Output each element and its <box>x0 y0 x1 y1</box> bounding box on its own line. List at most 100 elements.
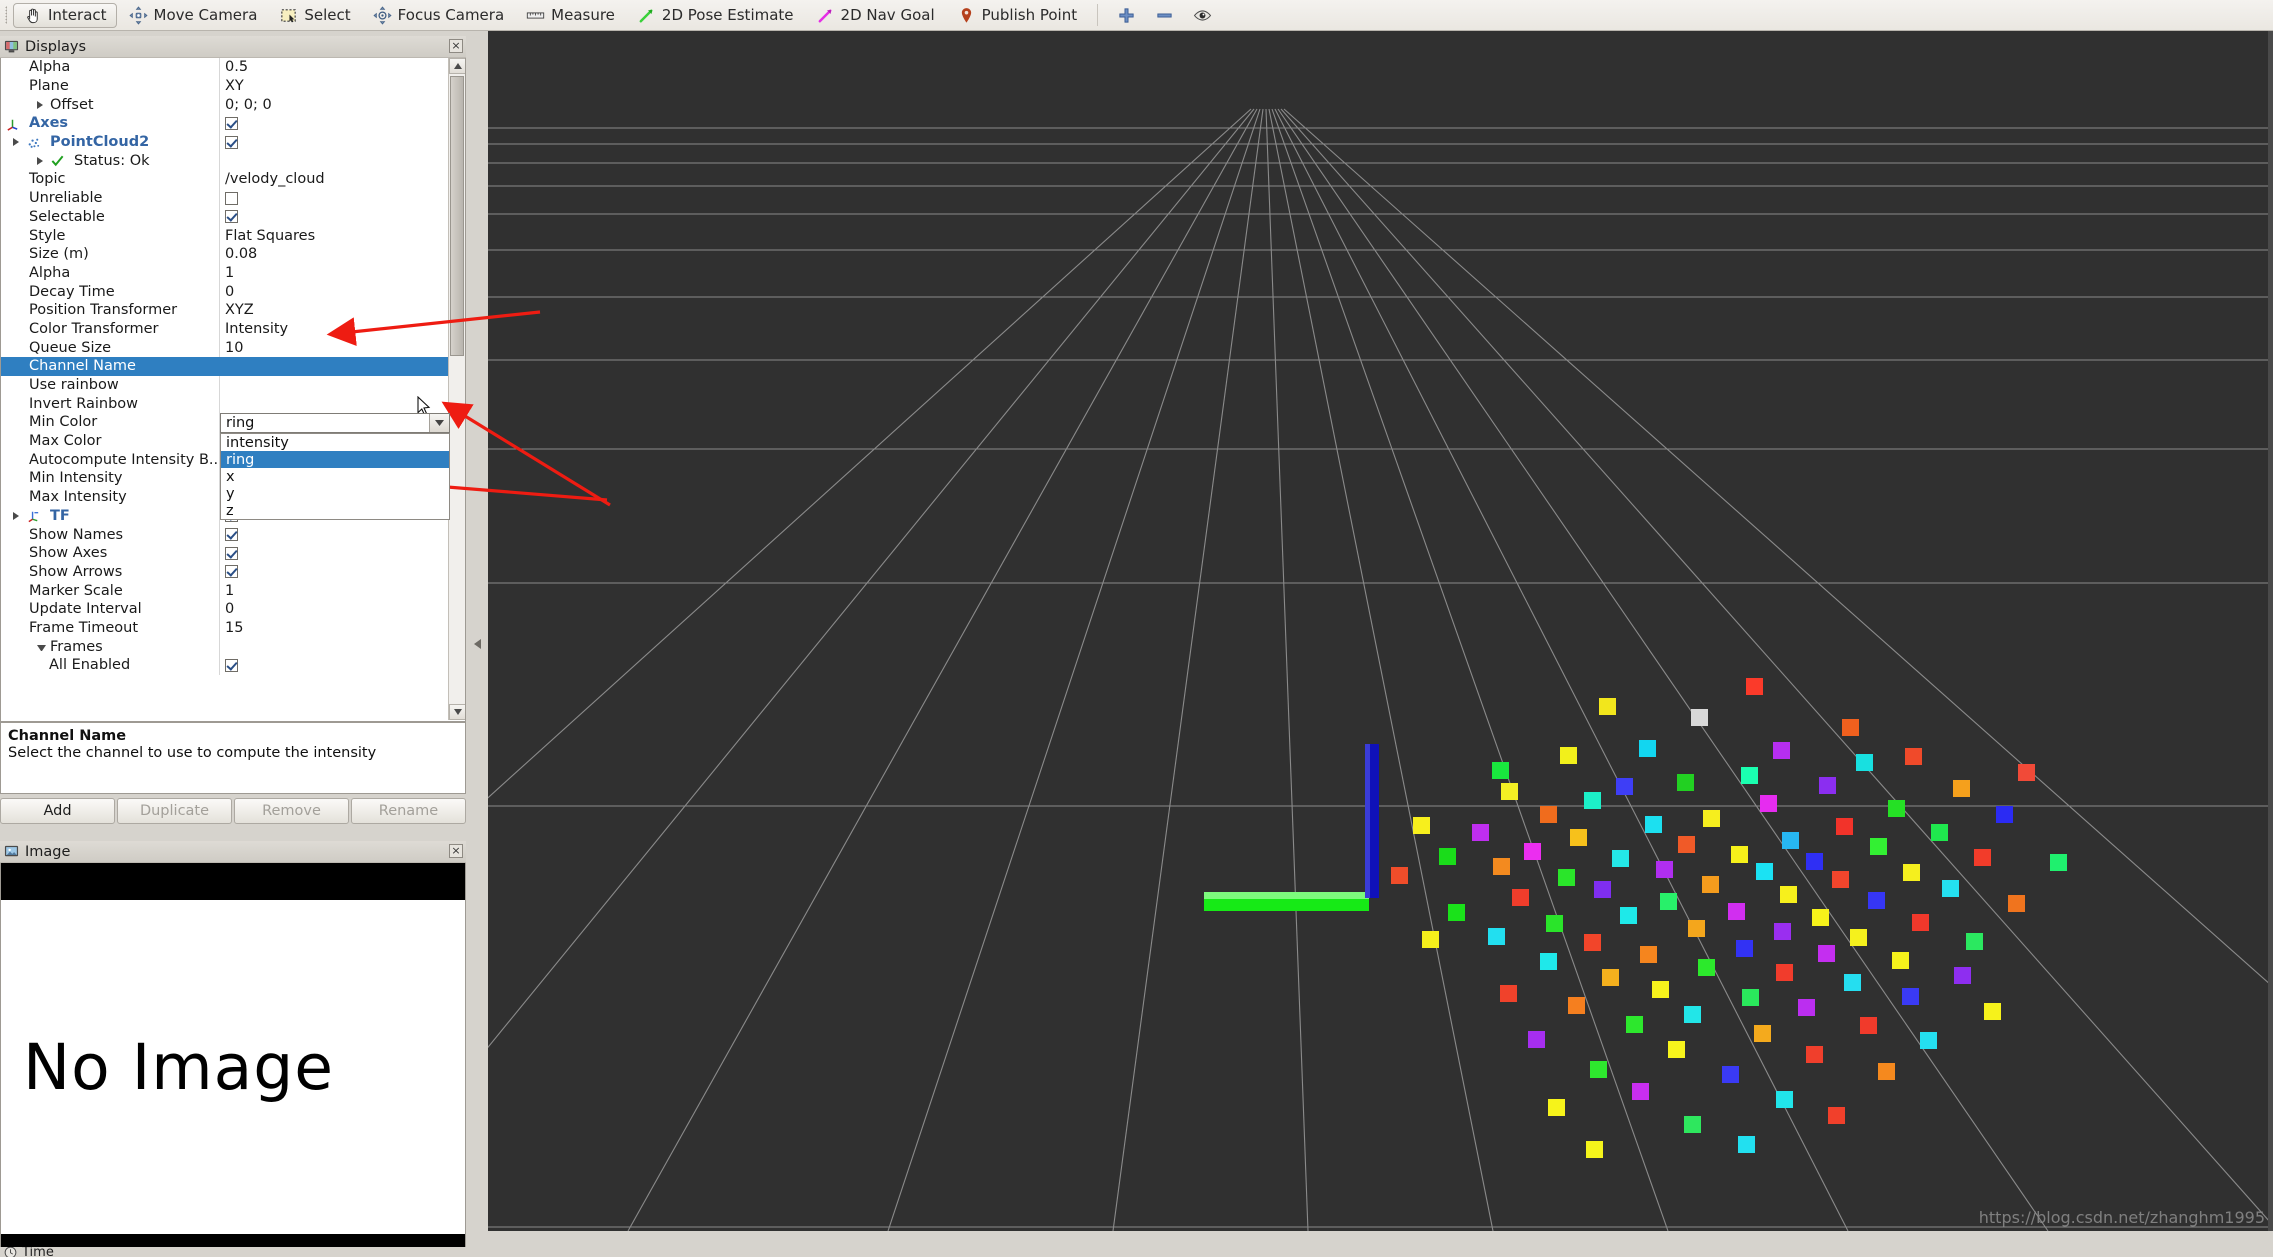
toolbar-drag-handle[interactable] <box>2 3 12 27</box>
chevron-down-icon[interactable] <box>429 414 449 432</box>
add-button[interactable]: Add <box>0 798 115 824</box>
property-row[interactable]: Position Transformer XYZ <box>1 300 450 320</box>
checkbox-unchecked[interactable] <box>225 191 238 205</box>
property-row[interactable]: PointCloud2 <box>1 132 450 152</box>
dropdown-option[interactable]: y <box>221 485 449 502</box>
toolbar-item-publish-point[interactable]: Publish Point <box>947 3 1087 28</box>
property-name: TF <box>50 507 70 524</box>
help-title: Channel Name <box>8 728 127 744</box>
dock-splitter-handle[interactable] <box>466 31 488 1257</box>
left-dock: Displays × Alpha 0.5 Plane XY Offset 0; 0; 0A… <box>0 31 466 1257</box>
property-row[interactable]: Frames <box>1 637 450 656</box>
property-row[interactable]: Color Transformer Intensity <box>1 319 450 339</box>
property-row[interactable]: Style Flat Squares <box>1 226 450 245</box>
property-name: Marker Scale <box>29 582 123 599</box>
scroll-down-icon[interactable] <box>449 704 465 720</box>
property-row[interactable]: All Enabled <box>1 656 450 675</box>
hand-icon <box>27 8 38 23</box>
property-name: Alpha <box>29 264 71 281</box>
toolbar-item-move-camera[interactable]: Move Camera <box>119 3 268 28</box>
property-row[interactable]: Frame Timeout 15 <box>1 618 450 638</box>
blue-bar-marker <box>1365 744 1379 898</box>
property-row[interactable]: Status: Ok <box>1 151 450 171</box>
property-row[interactable]: Show Axes <box>1 543 450 563</box>
view-scrollbar[interactable] <box>2268 31 2273 1231</box>
channel-name-combobox[interactable]: ring <box>220 413 450 433</box>
property-value: 0; 0; 0 <box>225 96 272 113</box>
expander-arrow-icon[interactable] <box>13 138 22 147</box>
property-value: 1 <box>225 264 235 281</box>
remove-display-button[interactable] <box>1149 3 1179 28</box>
channel-name-dropdown-list[interactable]: intensity ring x y z <box>220 433 450 520</box>
property-name: Size (m) <box>29 246 89 263</box>
property-row[interactable]: Selectable <box>1 207 450 227</box>
checkbox-checked[interactable] <box>225 210 238 224</box>
property-name: Decay Time <box>29 283 115 300</box>
checkbox-checked[interactable] <box>225 135 238 149</box>
property-row[interactable]: Decay Time 0 <box>1 282 450 301</box>
property-value: 15 <box>225 619 244 636</box>
magenta-arrow-icon <box>818 9 832 22</box>
property-row[interactable]: Use rainbow <box>1 375 450 395</box>
expander-arrow-icon[interactable] <box>37 100 46 109</box>
property-row[interactable]: Unreliable <box>1 188 450 208</box>
checkbox-checked[interactable] <box>225 565 238 579</box>
checkbox-checked[interactable] <box>225 546 238 560</box>
scroll-up-icon[interactable] <box>449 58 465 74</box>
close-icon[interactable]: × <box>449 39 463 53</box>
property-name: PointCloud2 <box>50 134 150 151</box>
property-row[interactable]: Show Names <box>1 525 450 544</box>
property-name: Use rainbow <box>29 377 119 394</box>
property-help-box: Channel Name Select the channel to use t… <box>0 722 466 794</box>
toolbar-item-label: 2D Pose Estimate <box>661 6 794 24</box>
property-row[interactable]: Invert Rainbow <box>1 394 450 414</box>
toolbar-item-label: Publish Point <box>981 6 1078 24</box>
displays-property-tree[interactable]: Alpha 0.5 Plane XY Offset 0; 0; 0 Axes PointClo… <box>0 58 466 722</box>
property-row[interactable]: Alpha 1 <box>1 263 450 283</box>
checkbox-checked[interactable] <box>225 116 238 130</box>
property-row[interactable]: Axes <box>1 114 450 133</box>
3d-render-view[interactable]: https://blog.csdn.net/zhanghm1995 <box>488 31 2273 1231</box>
dropdown-option[interactable]: z <box>221 502 449 519</box>
property-row[interactable]: Show Arrows <box>1 562 450 582</box>
expander-arrow-icon[interactable] <box>13 511 22 520</box>
time-panel-title-bar: Time <box>0 1247 466 1257</box>
toolbar-item-2d-nav-goal[interactable]: 2D Nav Goal <box>806 3 945 28</box>
tf-icon <box>26 508 46 523</box>
property-row[interactable]: Alpha 0.5 <box>1 58 450 77</box>
image-display-area[interactable]: No Image <box>0 863 466 1257</box>
property-value: 10 <box>225 339 244 356</box>
property-row[interactable]: Channel Name <box>1 357 450 376</box>
property-tree-scrollbar[interactable] <box>448 58 465 720</box>
scrollbar-thumb[interactable] <box>450 76 464 356</box>
expander-arrow-icon[interactable] <box>37 156 46 165</box>
checkbox-checked[interactable] <box>225 528 238 542</box>
help-text: Select the channel to use to compute the… <box>8 745 377 761</box>
property-value: XY <box>225 78 244 95</box>
property-row[interactable]: Queue Size 10 <box>1 338 450 357</box>
property-value: Flat Squares <box>225 227 316 244</box>
toolbar-item-measure[interactable]: Measure <box>516 3 625 28</box>
toolbar-item-interact[interactable]: Interact <box>13 2 117 28</box>
toolbar-item-focus-camera[interactable]: Focus Camera <box>363 3 514 28</box>
expander-arrow-icon[interactable] <box>37 645 46 652</box>
toolbar-item-select[interactable]: Select <box>269 3 360 28</box>
time-panel-title: Time <box>22 1247 54 1257</box>
property-row[interactable]: Topic/velody_cloud <box>1 170 450 189</box>
dropdown-option[interactable]: ring <box>221 451 449 468</box>
dropdown-option[interactable]: intensity <box>221 434 449 451</box>
bottom-strip <box>488 1231 2273 1257</box>
property-row[interactable]: Size (m) 0.08 <box>1 244 450 264</box>
property-row[interactable]: Update Interval 0 <box>1 599 450 619</box>
add-display-button[interactable] <box>1111 3 1141 28</box>
property-row[interactable]: Plane XY <box>1 76 450 96</box>
checkbox-checked[interactable] <box>225 658 238 672</box>
property-row[interactable]: Marker Scale 1 <box>1 581 450 600</box>
visibility-toggle-button[interactable] <box>1187 3 1217 28</box>
property-name: Frame Timeout <box>29 619 139 636</box>
close-icon[interactable]: × <box>449 844 463 858</box>
property-name: Update Interval <box>29 601 142 618</box>
property-row[interactable]: Offset 0; 0; 0 <box>1 95 450 115</box>
dropdown-option[interactable]: x <box>221 468 449 485</box>
toolbar-item-2d-pose-estimate[interactable]: 2D Pose Estimate <box>627 3 804 28</box>
